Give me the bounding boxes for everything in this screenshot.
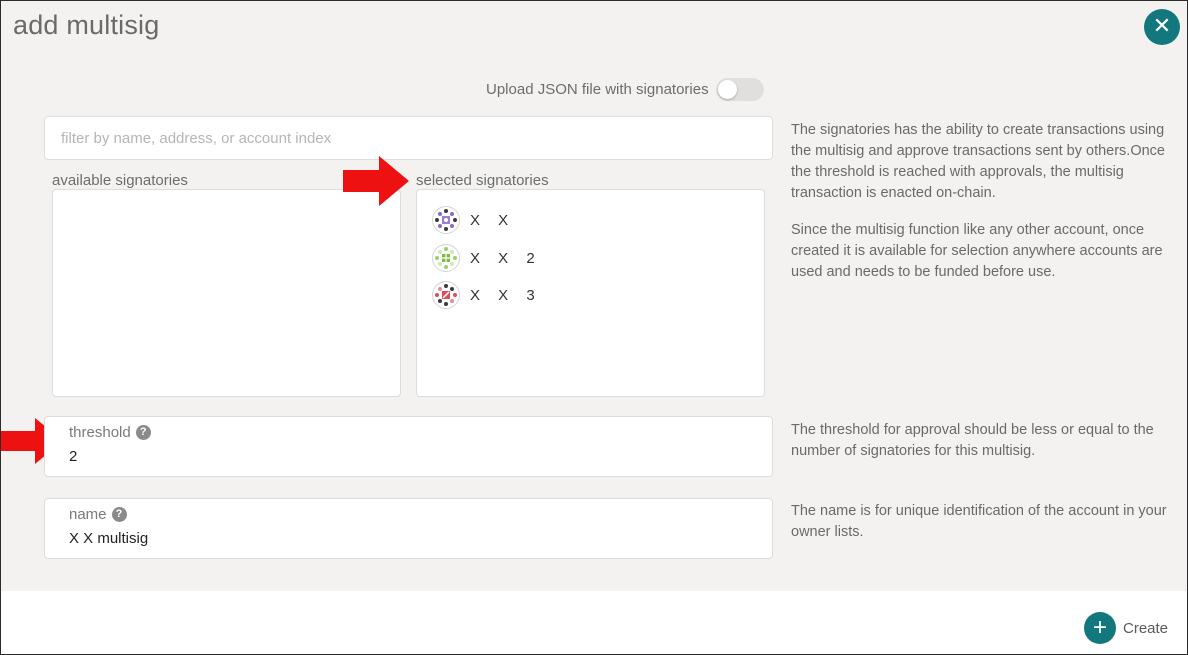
create-label: Create — [1123, 619, 1169, 637]
name-label-row: name ? — [69, 506, 127, 523]
question-icon[interactable]: ? — [135, 425, 151, 440]
selected-signatory-item[interactable]: X X 3 — [432, 280, 535, 310]
create-button[interactable]: + Create — [1084, 612, 1168, 644]
upload-json-row: Upload JSON file with signatories — [486, 77, 764, 101]
close-icon: ✕ — [1152, 13, 1172, 38]
threshold-help-text: The threshold for approval should be les… — [791, 422, 1154, 459]
identicon-red-icon — [432, 281, 460, 309]
modal-title: add multisig — [13, 10, 160, 40]
add-multisig-modal: add multisig ✕ Upload JSON file with sig… — [0, 0, 1188, 655]
question-icon[interactable]: ? — [111, 507, 127, 522]
identicon-purple-icon — [432, 206, 460, 234]
upload-json-label: Upload JSON file with signatories — [486, 80, 709, 98]
plus-icon: + — [1084, 612, 1116, 644]
name-value[interactable]: X X multisig — [69, 530, 148, 547]
signatory-name: X X 2 — [470, 249, 535, 267]
threshold-value[interactable]: 2 — [69, 448, 77, 465]
available-signatories-list[interactable] — [52, 189, 401, 397]
threshold-field[interactable]: threshold ? 2 — [44, 416, 773, 477]
available-signatories-label: available signatories — [52, 172, 188, 189]
filter-input[interactable] — [44, 116, 773, 160]
signatories-help-text-1: The signatories has the ability to creat… — [791, 122, 1165, 201]
name-field[interactable]: name ? X X multisig — [44, 498, 773, 559]
threshold-label: threshold — [69, 424, 131, 441]
modal-body: add multisig ✕ Upload JSON file with sig… — [1, 1, 1187, 591]
signatory-name: X X — [470, 211, 509, 229]
name-label: name — [69, 506, 107, 523]
toggle-knob — [717, 79, 737, 99]
threshold-label-row: threshold ? — [69, 424, 151, 441]
upload-json-toggle[interactable] — [715, 77, 764, 101]
signatories-help-text-2: Since the multisig function like any oth… — [791, 222, 1163, 280]
close-button[interactable]: ✕ — [1144, 9, 1180, 45]
identicon-green-icon — [432, 244, 460, 272]
selected-signatories-list[interactable]: X X X X 2 X X 3 — [416, 189, 765, 397]
selected-signatory-item[interactable]: X X 2 — [432, 243, 535, 273]
annotation-arrow-icon — [343, 156, 409, 206]
selected-signatories-label: selected signatories — [416, 172, 549, 189]
name-help-text: The name is for unique identification of… — [791, 503, 1167, 540]
signatory-name: X X 3 — [470, 286, 535, 304]
selected-signatory-item[interactable]: X X — [432, 205, 508, 235]
